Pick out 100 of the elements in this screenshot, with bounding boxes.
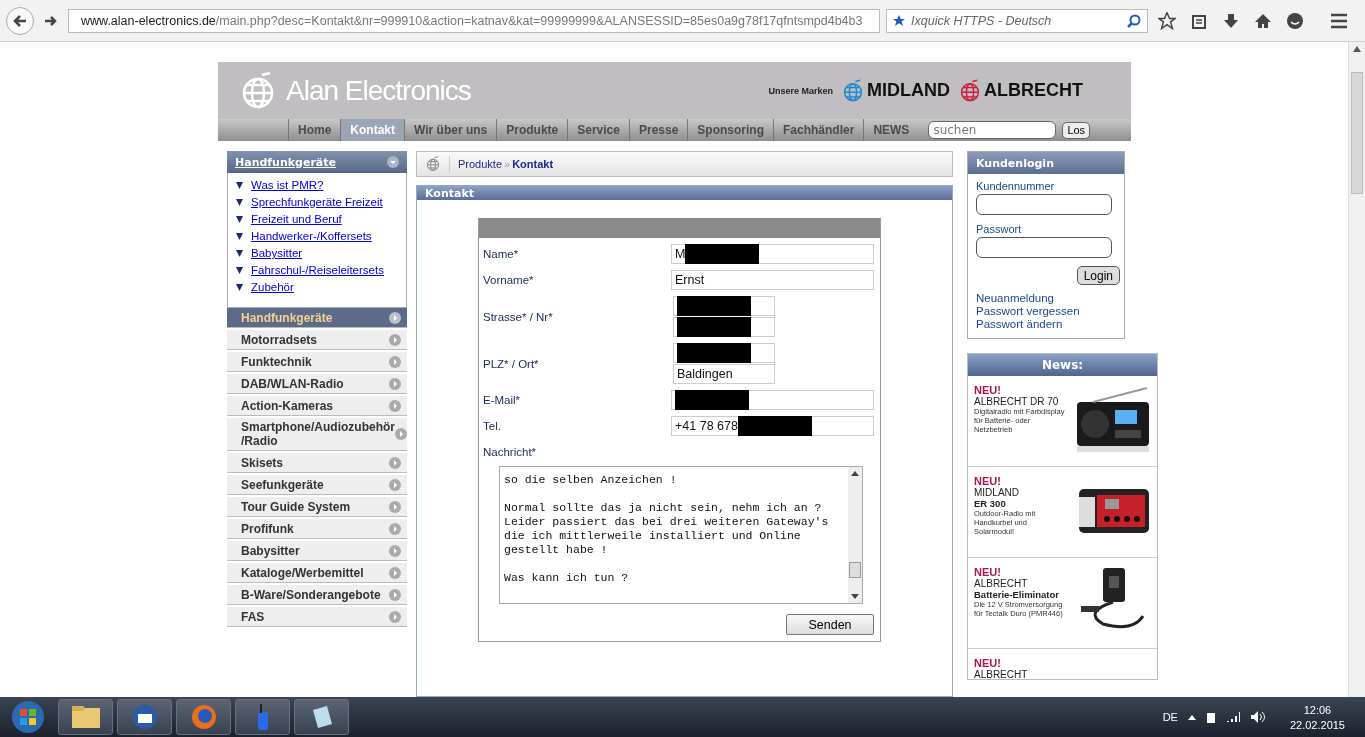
arrow-circle-icon xyxy=(389,610,401,623)
scroll-thumb[interactable] xyxy=(849,562,861,578)
brand-logo[interactable]: ALBRECHT xyxy=(958,78,1083,103)
news-label: NEU! xyxy=(974,657,1002,669)
login-link[interactable]: Passwort vergessen xyxy=(976,305,1116,317)
arrow-circle-icon xyxy=(389,478,401,491)
field-label: Kundennummer xyxy=(976,180,1056,192)
breadcrumb-link[interactable]: Produkte xyxy=(458,158,503,170)
category-item[interactable]: Skisets xyxy=(227,453,407,473)
input-field[interactable] xyxy=(671,390,874,410)
message-field[interactable]: so die selben Anzeichen ! Normal sollte das ja nicht sein, nehm ich an ? Leider passiert das bei drei weiteren Gateway's die ich mittlerweile installiert und Online gestellt habe ! Was kann ich tun ? xyxy=(499,466,863,604)
login-title: Kundenlogin xyxy=(968,152,1124,174)
category-item[interactable]: FAS xyxy=(227,607,407,627)
category-item[interactable]: Profifunk xyxy=(227,519,407,539)
triangle-icon xyxy=(236,215,243,223)
category-item[interactable]: Smartphone/Audiozubehör /Radio xyxy=(227,418,407,451)
signal-icon[interactable] xyxy=(1225,712,1240,722)
scroll-up-icon[interactable] xyxy=(1353,46,1361,52)
input-field[interactable]: M xyxy=(671,244,874,264)
field-label: Name* xyxy=(483,247,520,262)
clock-time[interactable]: 12:06 xyxy=(1303,703,1332,716)
sidebar-link[interactable]: Sprechfunkgeräte Freizeit xyxy=(251,196,383,208)
news-brand: ALBRECHT xyxy=(974,578,1029,589)
category-item[interactable]: Handfunkgeräte xyxy=(227,308,407,328)
news-brand: ALBRECHT xyxy=(974,669,1029,680)
sidebar-link[interactable]: Zubehör xyxy=(251,281,294,293)
scroll-up-icon[interactable] xyxy=(851,471,859,476)
brands-label: Unsere Marken xyxy=(768,85,833,96)
news-title: News: xyxy=(968,354,1157,376)
speaker-icon[interactable] xyxy=(1249,710,1266,724)
collapse-icon[interactable] xyxy=(387,156,399,168)
sidebar-title[interactable]: Handfunkgeräte xyxy=(235,155,336,169)
arrow-circle-icon xyxy=(389,399,401,412)
nav-tab[interactable]: NEWS xyxy=(863,119,919,141)
nav-tab[interactable]: Sponsoring xyxy=(687,119,773,141)
star-icon xyxy=(893,14,905,27)
sidebar-link[interactable]: Fahrschul-/Reiseleitersets xyxy=(251,264,384,276)
radio-icon[interactable] xyxy=(235,699,290,735)
search-field[interactable]: Ixquick HTTPS - Deutsch xyxy=(886,8,1148,33)
triangle-icon xyxy=(236,249,243,257)
nav-tab[interactable]: Produkte xyxy=(496,119,568,141)
login-button[interactable]: Login xyxy=(1076,266,1120,285)
triangle-icon xyxy=(236,181,243,189)
nav-tab[interactable]: Presse xyxy=(628,119,688,141)
up-arrow-icon[interactable] xyxy=(1187,714,1196,720)
send-button[interactable]: Senden xyxy=(786,614,874,635)
field-label: Strasse* / Nr* xyxy=(483,309,554,325)
login-link[interactable]: Passwort ändern xyxy=(976,318,1116,330)
sidebar-link[interactable]: Handwerker-/Koffersets xyxy=(251,230,372,242)
category-item[interactable]: Action-Kameras xyxy=(227,396,407,416)
input-field[interactable] xyxy=(673,317,775,337)
sidebar-link[interactable]: Was ist PMR? xyxy=(251,179,324,191)
category-item[interactable]: Tour Guide System xyxy=(227,497,407,517)
arrow-circle-icon xyxy=(389,355,401,368)
site-search-field[interactable]: suchen xyxy=(928,121,1057,139)
field-label: PLZ* / Ort* xyxy=(483,356,540,372)
sidebar-link[interactable]: Babysitter xyxy=(251,247,303,259)
category-item[interactable]: Babysitter xyxy=(227,541,407,561)
nav-tab[interactable]: Fachhändler xyxy=(773,119,864,141)
brand-logo[interactable]: MIDLAND xyxy=(841,78,950,103)
input-field[interactable] xyxy=(673,343,775,363)
input-field[interactable] xyxy=(673,296,775,316)
category-item[interactable]: Motorradsets xyxy=(227,330,407,350)
password-field[interactable] xyxy=(976,237,1112,258)
scroll-down-icon[interactable] xyxy=(851,594,859,599)
go-button[interactable]: Los xyxy=(1062,121,1091,139)
nav-tab[interactable]: Wir über uns xyxy=(404,119,497,141)
nav-tab[interactable]: Service xyxy=(567,119,629,141)
arrow-circle-icon xyxy=(389,311,401,324)
arrow-circle-icon xyxy=(389,333,401,346)
arrow-circle-icon xyxy=(389,500,401,513)
arrow-circle-icon xyxy=(389,456,401,469)
search-icon[interactable] xyxy=(1127,13,1141,28)
category-item[interactable]: B-Ware/Sonderangebote xyxy=(227,585,407,605)
arrow-circle-icon xyxy=(389,522,401,535)
back-button[interactable] xyxy=(6,6,34,35)
sidebar-link[interactable]: Freizeit und Beruf xyxy=(251,213,342,225)
breadcrumb-current[interactable]: Kontakt xyxy=(512,158,554,170)
login-link[interactable]: Neuanmeldung xyxy=(976,292,1116,304)
category-item[interactable]: Funktechnik xyxy=(227,352,407,372)
clock-date[interactable]: 22.02.2015 xyxy=(1289,718,1345,731)
globe-icon xyxy=(425,156,441,172)
customer-number-field[interactable] xyxy=(976,194,1112,215)
input-field[interactable]: Ernst xyxy=(671,270,874,290)
notepad-icon[interactable] xyxy=(294,699,349,735)
input-field[interactable]: Baldingen xyxy=(673,364,775,384)
arrow-circle-icon xyxy=(389,544,401,557)
arrow-circle-icon xyxy=(395,428,407,440)
news-item[interactable]: NEU! ALBRECHT xyxy=(968,649,1157,679)
triangle-icon xyxy=(236,232,243,240)
category-item[interactable]: Kataloge/Werbemittel xyxy=(227,563,407,583)
scroll-thumb[interactable] xyxy=(1351,72,1363,194)
folder-icon[interactable] xyxy=(58,699,113,735)
input-field[interactable]: +41 78 678 xyxy=(671,416,874,436)
address-bar[interactable]: www.alan-electronics.de/main.php?desc=Kontakt&nr=999910&action=katnav&kat=99999999&ALANSESSID=85es0a9g78f17qfntsmpd4b4b3 xyxy=(68,8,880,33)
category-item[interactable]: DAB/WLAN-Radio xyxy=(227,374,407,394)
news-label: NEU! xyxy=(974,384,1002,396)
category-item[interactable]: Seefunkgeräte xyxy=(227,475,407,495)
language-indicator[interactable]: DE xyxy=(1162,711,1178,723)
news-product: ER 300 xyxy=(974,498,1007,509)
